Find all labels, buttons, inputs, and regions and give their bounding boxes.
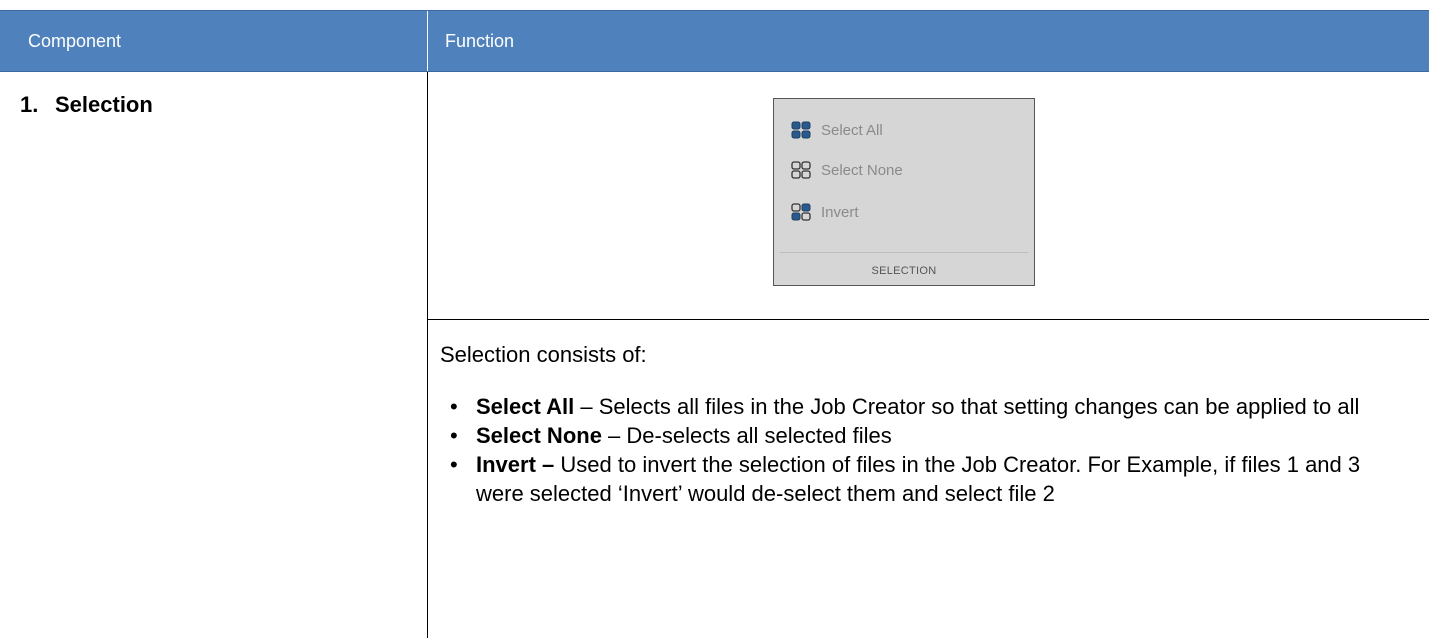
ribbon-separator [780, 252, 1028, 253]
invert-button[interactable]: Invert [791, 200, 859, 224]
invert-icon [791, 203, 811, 221]
feature-term: Select All [476, 394, 575, 419]
list-item: • Select All – Selects all files in the … [440, 392, 1400, 421]
feature-term: Invert – [476, 452, 555, 477]
select-none-button[interactable]: Select None [791, 158, 903, 182]
table-header-row: Component Function [0, 10, 1429, 72]
description-intro: Selection consists of: [440, 342, 647, 367]
component-title: 1. Selection [20, 92, 153, 118]
header-component: Component [28, 31, 122, 51]
left-border [0, 72, 1, 638]
component-number: 1. [20, 92, 39, 117]
ribbon-group-caption: SELECTION [871, 265, 937, 277]
select-all-icon [791, 121, 811, 139]
select-none-label: Select None [821, 161, 903, 179]
feature-term: Select None [476, 423, 602, 448]
header-divider [427, 11, 428, 71]
select-all-button[interactable]: Select All [791, 118, 883, 142]
feature-list: • Select All – Selects all files in the … [440, 392, 1400, 508]
feature-text: De-selects all selected files [626, 423, 892, 448]
bullet-icon: • [450, 452, 458, 477]
feature-separator: – [601, 423, 627, 448]
select-all-label: Select All [821, 121, 883, 139]
list-item: • Select None – De-selects all selected … [440, 421, 1400, 450]
select-none-icon [791, 161, 811, 179]
column-divider [427, 72, 428, 638]
feature-text: Selects all files in the Job Creator so … [598, 394, 1360, 419]
feature-text: Used to invert the selection of files in… [476, 452, 1361, 506]
invert-label: Invert [821, 203, 859, 221]
selection-ribbon-group: Select All Select None Invert SELECTION [773, 98, 1035, 286]
component-name: Selection [55, 92, 153, 117]
header-function: Function [445, 31, 515, 51]
row-divider [427, 319, 1429, 320]
list-item: • Invert – Used to invert the selection … [440, 450, 1400, 508]
bullet-icon: • [450, 423, 458, 448]
function-description: Selection consists of: • Select All – Se… [440, 340, 1400, 508]
bullet-icon: • [450, 394, 458, 419]
feature-separator: – [574, 394, 599, 419]
